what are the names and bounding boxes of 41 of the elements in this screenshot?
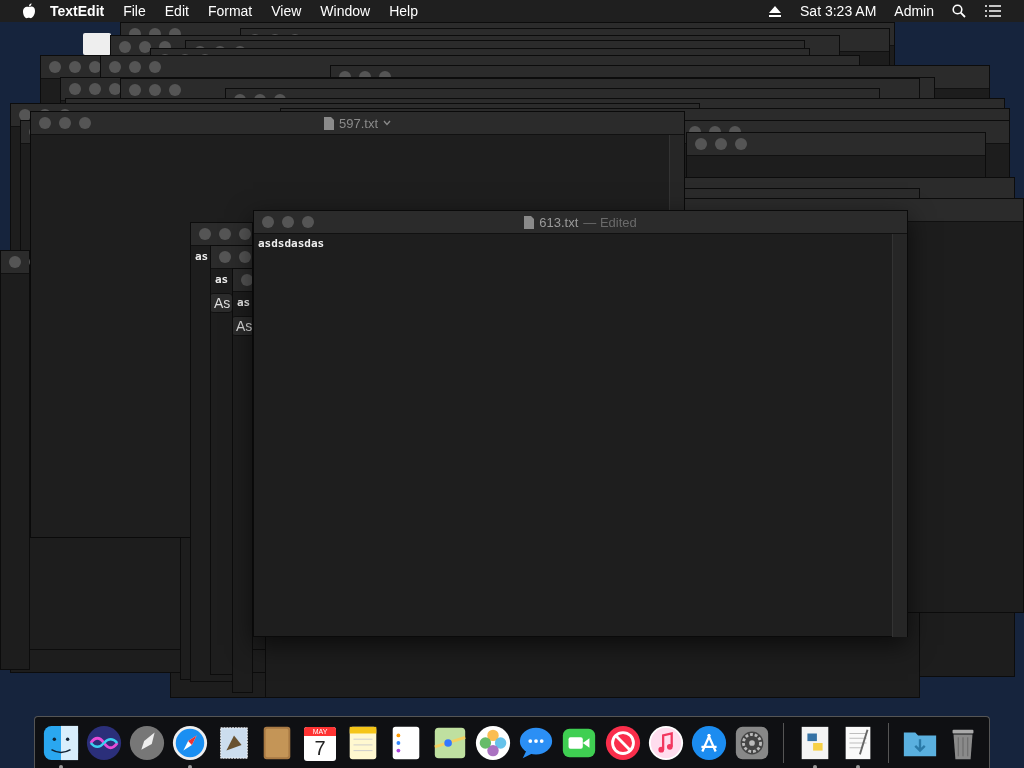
dialog-button[interactable]: As (211, 293, 234, 313)
letter-a-icon[interactable] (690, 724, 729, 762)
document-text: asdsdasdas (257, 236, 326, 252)
scroll-bar[interactable] (669, 135, 684, 210)
window-title: 597.txt (339, 115, 378, 131)
menu-item[interactable]: File (123, 3, 146, 19)
orb-icon[interactable] (84, 724, 123, 762)
no-sign-icon[interactable] (603, 724, 642, 762)
edited-label: — Edited (583, 214, 637, 230)
running-indicator (812, 765, 817, 768)
running-indicator (58, 765, 63, 768)
scroll-bar[interactable] (892, 234, 907, 637)
dialog-button[interactable]: As (233, 316, 252, 336)
list-icon[interactable] (984, 4, 1002, 18)
document-text: as (214, 272, 230, 288)
calendar-day: 7 (314, 736, 326, 760)
clock[interactable]: Sat 3:23 AM (800, 3, 877, 19)
rocket-icon[interactable] (128, 724, 167, 762)
chevron-down-icon[interactable] (383, 120, 391, 126)
app-name-menu[interactable]: TextEdit (50, 3, 105, 19)
menu-item[interactable]: Format (207, 3, 253, 19)
document-text: as (236, 295, 252, 311)
menu-item[interactable]: View (271, 3, 302, 19)
document-icon (324, 116, 334, 130)
menu-item[interactable]: Edit (164, 3, 189, 19)
menu-item[interactable]: Window (320, 3, 371, 19)
window-title: 613.txt (539, 214, 579, 230)
running-indicator (855, 765, 860, 768)
eject-icon[interactable] (768, 4, 783, 18)
desktop-file-icon[interactable] (83, 33, 111, 55)
menu-item[interactable]: Help (389, 3, 418, 19)
flower-icon[interactable] (473, 724, 512, 762)
compass-icon[interactable] (171, 724, 210, 762)
smiling-face-icon[interactable] (41, 724, 80, 762)
apple-logo-icon[interactable] (22, 3, 36, 19)
running-indicator (188, 765, 193, 768)
user-name-menu[interactable]: Admin (894, 3, 934, 19)
music-note-icon[interactable] (646, 724, 685, 762)
search-icon[interactable] (952, 4, 966, 18)
document-text: as (194, 249, 210, 265)
document-icon (524, 215, 535, 229)
